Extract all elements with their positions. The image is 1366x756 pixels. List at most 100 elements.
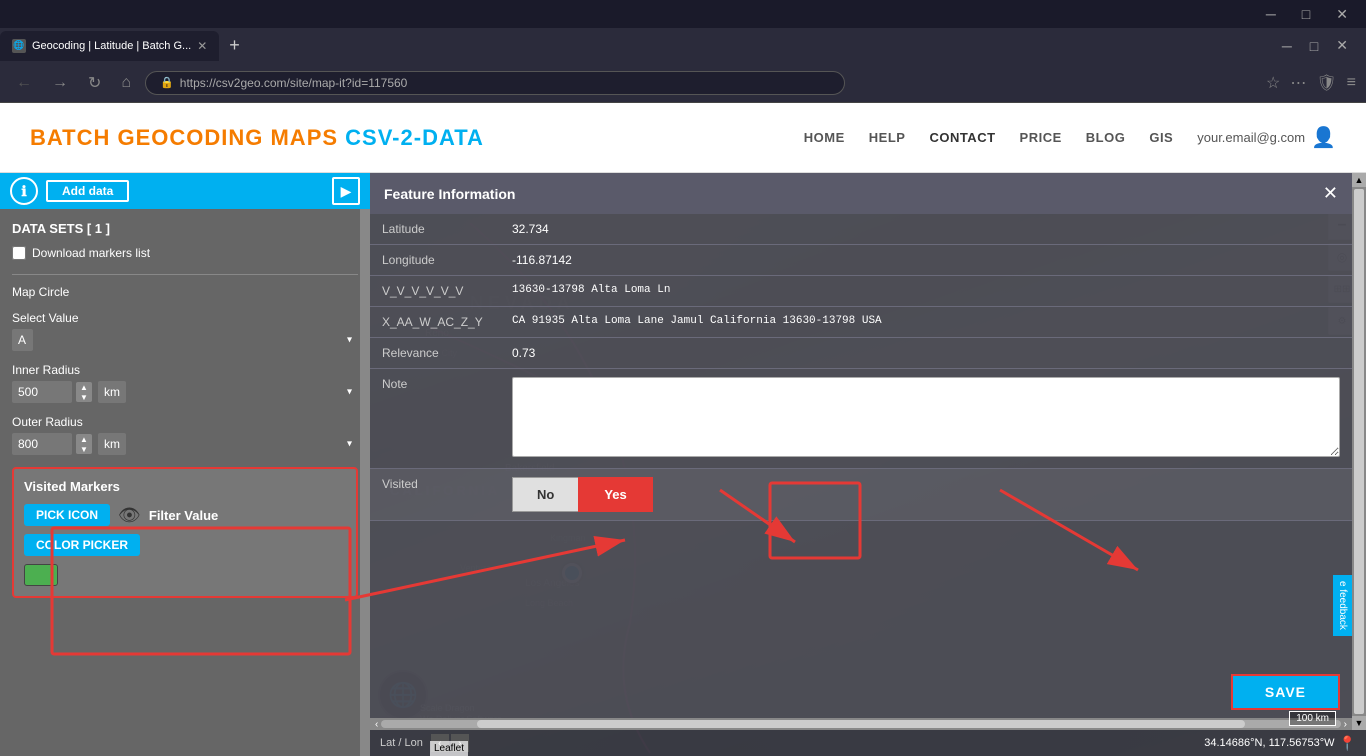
sidebar-content: DATA SETS [ 1 ] Download markers list Ma… bbox=[0, 209, 370, 610]
info-icon[interactable]: ℹ bbox=[10, 177, 38, 205]
refresh-button[interactable]: ↻ bbox=[82, 71, 107, 95]
map-area[interactable]: NEVADA CALIFORNIA Reno Carson City Baker… bbox=[370, 173, 1366, 756]
lock-icon: 🔒 bbox=[160, 76, 174, 89]
nav-contact[interactable]: CONTACT bbox=[929, 130, 995, 145]
outer-radius-unit-wrapper: km bbox=[98, 433, 358, 455]
inner-radius-row: ▲ ▼ km bbox=[12, 381, 358, 403]
main-layout: ℹ Add data ▶ DATA SETS [ 1 ] Download ma… bbox=[0, 173, 1366, 756]
feature-panel-close-button[interactable]: ✕ bbox=[1323, 183, 1338, 204]
visited-cell: No Yes bbox=[500, 469, 1352, 521]
scale-label: 100 km bbox=[1289, 711, 1336, 726]
visited-no-button[interactable]: No bbox=[512, 477, 578, 512]
add-data-button[interactable]: Add data bbox=[46, 180, 129, 202]
url-bar[interactable]: 🔒 https://csv2geo.com/site/map-it?id=117… bbox=[145, 71, 845, 95]
field-value-vvvvvv: 13630-13798 Alta Loma Ln bbox=[500, 276, 1352, 307]
new-tab-button[interactable]: + bbox=[223, 35, 246, 56]
maximize-button[interactable]: □ bbox=[1294, 4, 1318, 24]
inner-radius-down[interactable]: ▼ bbox=[76, 392, 92, 402]
field-value-xaawacyz: CA 91935 Alta Loma Lane Jamul California… bbox=[500, 307, 1352, 338]
map-circle-group: Map Circle bbox=[12, 285, 358, 299]
active-tab[interactable]: 🌐 Geocoding | Latitude | Batch G... ✕ bbox=[0, 31, 219, 61]
outer-radius-label: Outer Radius bbox=[12, 415, 358, 429]
visited-yes-button[interactable]: Yes bbox=[578, 477, 652, 512]
note-row: Note bbox=[370, 369, 1352, 469]
feedback-button[interactable]: e feedback bbox=[1333, 575, 1352, 636]
select-value-group: Select Value A bbox=[12, 311, 358, 351]
download-checkbox[interactable] bbox=[12, 246, 26, 260]
user-avatar-icon[interactable]: 👤 bbox=[1311, 125, 1336, 150]
inner-radius-up[interactable]: ▲ bbox=[76, 382, 92, 392]
field-value-latitude: 32.734 bbox=[500, 214, 1352, 245]
inner-radius-input[interactable] bbox=[12, 381, 72, 403]
field-key-latitude: Latitude bbox=[370, 214, 500, 245]
panel-vertical-scrollbar[interactable]: ▲ ▼ bbox=[1352, 173, 1366, 730]
browser-close[interactable]: ✕ bbox=[1328, 35, 1356, 56]
panel-horizontal-scrollbar[interactable]: ‹ › bbox=[370, 718, 1352, 730]
inner-radius-spinner: ▲ ▼ bbox=[76, 382, 92, 402]
browser-minimize[interactable]: ─ bbox=[1274, 35, 1300, 56]
eye-icon[interactable]: 👁 bbox=[118, 505, 141, 526]
feature-panel-content[interactable]: Latitude 32.734 Longitude -116.87142 V_V… bbox=[370, 214, 1352, 666]
color-picker-button[interactable]: COLOR PICKER bbox=[24, 534, 140, 556]
download-checkbox-row: Download markers list bbox=[12, 246, 358, 260]
browser-maximize[interactable]: □ bbox=[1302, 35, 1326, 56]
nav-blog[interactable]: BLOG bbox=[1086, 130, 1126, 145]
note-textarea[interactable] bbox=[512, 377, 1340, 457]
inner-radius-label: Inner Radius bbox=[12, 363, 358, 377]
outer-radius-unit-dropdown[interactable]: km bbox=[98, 433, 126, 455]
outer-radius-group: Outer Radius ▲ ▼ km bbox=[12, 415, 358, 455]
outer-radius-row: ▲ ▼ km bbox=[12, 433, 358, 455]
back-button[interactable]: ← bbox=[10, 72, 38, 94]
inner-radius-group: Inner Radius ▲ ▼ km bbox=[12, 363, 358, 403]
feature-panel: Feature Information ✕ Latitude 32.734 Lo… bbox=[370, 173, 1352, 730]
outer-radius-down[interactable]: ▼ bbox=[76, 444, 92, 454]
forward-button[interactable]: → bbox=[46, 72, 74, 94]
pick-icon-button[interactable]: PICK ICON bbox=[24, 504, 110, 526]
shield-icon[interactable]: 🛡 bbox=[1316, 73, 1336, 93]
select-value-wrapper: A bbox=[12, 329, 358, 351]
visited-markers-section: Visited Markers PICK ICON 👁 Filter Value… bbox=[12, 467, 358, 598]
feature-table: Latitude 32.734 Longitude -116.87142 V_V… bbox=[370, 214, 1352, 521]
outer-radius-up[interactable]: ▲ bbox=[76, 434, 92, 444]
nav-help[interactable]: HELP bbox=[869, 130, 906, 145]
user-info: your.email@g.com 👤 bbox=[1197, 125, 1336, 150]
feature-panel-title: Feature Information bbox=[384, 186, 515, 202]
sidebar: ℹ Add data ▶ DATA SETS [ 1 ] Download ma… bbox=[0, 173, 370, 756]
field-value-relevance: 0.73 bbox=[500, 338, 1352, 369]
scroll-thumb bbox=[477, 720, 1244, 728]
nav-home[interactable]: HOME bbox=[804, 130, 845, 145]
select-value-dropdown[interactable]: A bbox=[12, 329, 33, 351]
field-key-longitude: Longitude bbox=[370, 245, 500, 276]
select-value-label: Select Value bbox=[12, 311, 358, 325]
nav-gis[interactable]: GIS bbox=[1149, 130, 1173, 145]
address-bar: ← → ↻ ⌂ 🔒 https://csv2geo.com/site/map-i… bbox=[0, 63, 1366, 103]
scroll-up-arrow[interactable]: ▲ bbox=[1352, 173, 1366, 187]
visited-label: Visited bbox=[370, 469, 500, 521]
inner-radius-unit-dropdown[interactable]: km bbox=[98, 381, 126, 403]
nav-links: HOME HELP CONTACT PRICE BLOG GIS your.em… bbox=[804, 125, 1336, 150]
bookmarks-icon[interactable]: ☆ bbox=[1266, 73, 1280, 93]
sidebar-scrollbar[interactable] bbox=[360, 209, 370, 756]
home-button[interactable]: ⌂ bbox=[115, 72, 137, 94]
divider-1 bbox=[12, 274, 358, 275]
color-swatch[interactable] bbox=[24, 564, 58, 586]
map-circle-label: Map Circle bbox=[12, 285, 358, 299]
outer-radius-input[interactable] bbox=[12, 433, 72, 455]
browser-actions: ☆ ⋯ 🛡 ≡ bbox=[1266, 73, 1356, 93]
extensions-icon[interactable]: ⋯ bbox=[1290, 73, 1306, 93]
lat-lon-right: 34.14686°N, 117.56753°W 📍 bbox=[1204, 735, 1356, 752]
user-email: your.email@g.com bbox=[1197, 130, 1305, 145]
note-cell bbox=[500, 369, 1352, 469]
save-button[interactable]: SAVE bbox=[1231, 674, 1340, 710]
tab-favicon: 🌐 bbox=[12, 39, 26, 53]
menu-icon[interactable]: ≡ bbox=[1347, 74, 1356, 92]
minimize-button[interactable]: ─ bbox=[1258, 4, 1284, 24]
nav-price[interactable]: PRICE bbox=[1020, 130, 1062, 145]
table-row: Latitude 32.734 bbox=[370, 214, 1352, 245]
lat-lon-bar: Lat / Lon ‹ › 34.14686°N, 117.56753°W 📍 bbox=[370, 730, 1366, 756]
tab-close-button[interactable]: ✕ bbox=[197, 39, 207, 53]
tab-title: Geocoding | Latitude | Batch G... bbox=[32, 40, 191, 52]
inner-radius-unit-wrapper: km bbox=[98, 381, 358, 403]
collapse-button[interactable]: ▶ bbox=[332, 177, 360, 205]
close-button[interactable]: ✕ bbox=[1328, 4, 1356, 25]
